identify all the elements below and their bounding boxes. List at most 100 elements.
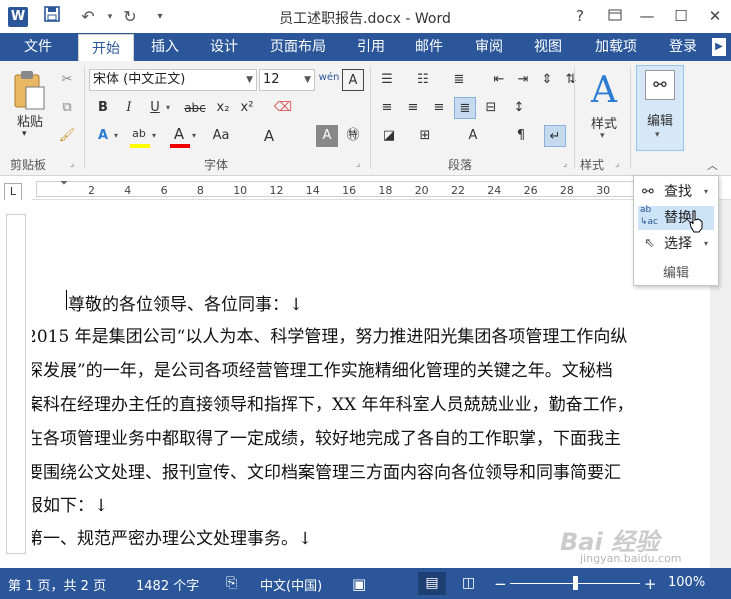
tab-mailings[interactable]: 邮件 bbox=[404, 33, 454, 61]
shading-icon[interactable]: ◪ bbox=[378, 125, 400, 147]
minimize-button[interactable]: — bbox=[632, 4, 662, 28]
word-count[interactable]: 1482 个字 bbox=[136, 575, 199, 594]
distributed-icon[interactable]: ⊟ bbox=[480, 97, 502, 119]
tab-review[interactable]: 审阅 bbox=[464, 33, 514, 61]
redo-icon[interactable]: ↻ bbox=[118, 6, 142, 28]
doc-line[interactable]: 报如下：↓ bbox=[26, 491, 108, 516]
doc-line[interactable]: 案科在经理办主任的直接领导和指挥下，XX 年年科室人员兢兢业业，勤奋工作， bbox=[26, 390, 634, 415]
tab-addins[interactable]: 加载项 bbox=[584, 33, 648, 61]
undo-icon[interactable]: ↶ bbox=[76, 6, 100, 28]
doc-line[interactable]: 尊敬的各位领导、各位同事：↓ bbox=[68, 290, 303, 315]
copy-icon[interactable]: ⧉ bbox=[56, 97, 78, 119]
zoom-in-icon[interactable]: + bbox=[644, 575, 657, 593]
tab-references[interactable]: 引用 bbox=[346, 33, 396, 61]
ribbon-display-options-icon[interactable] bbox=[600, 4, 630, 28]
phonetic-guide-icon[interactable]: wén bbox=[318, 67, 340, 89]
customize-qat-icon[interactable]: ▾ bbox=[148, 6, 172, 28]
help-button[interactable]: ? bbox=[565, 4, 595, 28]
doc-line[interactable]: 在各项管理业务中都取得了一定成绩，较好地完成了各自的工作职掌，下面我主 bbox=[26, 424, 621, 449]
align-left-icon[interactable]: ≡ bbox=[376, 97, 398, 119]
underline-button[interactable]: U bbox=[144, 97, 166, 119]
proofing-icon[interactable]: ⎘ bbox=[226, 575, 237, 591]
paste-dropdown-icon[interactable]: ▾ bbox=[22, 129, 27, 139]
show-hide-marks-icon[interactable]: ¶ bbox=[510, 125, 532, 147]
close-button[interactable]: ✕ bbox=[700, 4, 730, 28]
font-color-dropdown-icon[interactable]: ▾ bbox=[192, 131, 196, 140]
tab-design[interactable]: 设计 bbox=[198, 33, 250, 61]
highlight-button[interactable]: ab bbox=[128, 123, 150, 145]
font-name-select[interactable]: 宋体 (中文正文) ▼ bbox=[89, 69, 257, 91]
clipboard-launcher-icon[interactable]: ⌟ bbox=[70, 159, 74, 169]
multilevel-list-icon[interactable]: ≣ bbox=[448, 69, 470, 91]
find-menu-item[interactable]: ⚯ 查找 ▾ bbox=[638, 180, 714, 204]
styles-dropdown-icon[interactable]: ▾ bbox=[600, 131, 605, 141]
tab-home[interactable]: 开始 bbox=[78, 34, 134, 61]
read-mode-icon[interactable]: ▣ bbox=[352, 575, 366, 593]
doc-line[interactable]: 深发展”的一年，是公司各项经营管理工作实施精细化管理的关键之年。文秘档 bbox=[26, 356, 613, 381]
numbering-icon[interactable]: ☷ bbox=[412, 69, 434, 91]
align-center-icon[interactable]: ≡ bbox=[402, 97, 424, 119]
paste-button[interactable]: 粘贴 bbox=[10, 111, 50, 130]
chinese-layout-icon[interactable]: ⇕ bbox=[536, 69, 558, 91]
styles-button[interactable]: 样式 bbox=[584, 113, 624, 132]
format-painter-icon[interactable]: 🖌 bbox=[56, 125, 78, 147]
doc-line[interactable]: 2015 年是集团公司“以人为本、科学管理，努力推进阳光集团各项管理工作向纵 bbox=[26, 322, 627, 347]
scroll-tabs-icon[interactable]: ▶ bbox=[712, 38, 726, 56]
tab-file[interactable]: 文件 bbox=[8, 33, 68, 61]
text-effects-button[interactable]: A bbox=[92, 125, 114, 147]
font-size-select[interactable]: 12 ▼ bbox=[259, 69, 315, 91]
tab-view[interactable]: 视图 bbox=[522, 33, 574, 61]
paragraph-launcher-icon[interactable]: ⌟ bbox=[563, 159, 567, 169]
document-page[interactable] bbox=[32, 200, 710, 568]
borders-icon[interactable]: ⊞ bbox=[414, 125, 436, 147]
zoom-out-icon[interactable]: − bbox=[494, 575, 507, 593]
doc-line[interactable]: 要围绕公文处理、报刊宣传、文印档案管理三方面内容向各位领导和同事简要汇 bbox=[26, 458, 621, 483]
clear-formatting-icon[interactable]: ⌫ bbox=[272, 97, 294, 119]
select-menu-item[interactable]: ⇖ 选择 ▾ bbox=[638, 232, 714, 256]
line-spacing-icon[interactable]: ↕ bbox=[508, 97, 530, 119]
paste-icon[interactable] bbox=[12, 69, 46, 111]
character-shading-button[interactable]: A bbox=[316, 125, 338, 147]
doc-line[interactable]: 第一、规范严密办理公文处理事务。↓ bbox=[26, 524, 312, 549]
underline-dropdown-icon[interactable]: ▾ bbox=[166, 103, 170, 112]
increase-indent-icon[interactable]: ⇥ bbox=[512, 69, 534, 91]
tab-page-layout[interactable]: 页面布局 bbox=[260, 33, 336, 61]
align-right-icon[interactable]: ≡ bbox=[428, 97, 450, 119]
styles-gallery-icon[interactable]: A bbox=[582, 69, 626, 113]
zoom-level[interactable]: 100% bbox=[668, 575, 705, 590]
cut-icon[interactable]: ✂ bbox=[56, 69, 78, 91]
highlight-dropdown-icon[interactable]: ▾ bbox=[152, 131, 156, 140]
tab-insert[interactable]: 插入 bbox=[140, 33, 190, 61]
strikethrough-button[interactable]: abc bbox=[180, 97, 210, 119]
justify-icon[interactable]: ≣ bbox=[454, 97, 476, 119]
collapse-ribbon-icon[interactable]: ︿ bbox=[707, 157, 718, 173]
asian-layout-icon[interactable]: A bbox=[462, 125, 484, 147]
subscript-button[interactable]: x₂ bbox=[212, 97, 234, 119]
styles-launcher-icon[interactable]: ⌟ bbox=[615, 159, 619, 169]
tab-selector[interactable]: L bbox=[4, 183, 22, 201]
web-layout-icon[interactable]: ◫ bbox=[462, 575, 475, 591]
save-icon[interactable] bbox=[40, 6, 64, 28]
print-layout-icon[interactable]: ▤ bbox=[418, 572, 446, 595]
language-indicator[interactable]: 中文(中国) bbox=[260, 575, 322, 594]
bullets-icon[interactable]: ☰ bbox=[376, 69, 398, 91]
text-direction-icon[interactable]: ↵ bbox=[544, 125, 566, 147]
sort-icon[interactable]: ⇅ bbox=[560, 69, 582, 91]
grow-font-button[interactable]: A bbox=[258, 125, 280, 147]
indent-marker-icon[interactable]: ⏷ bbox=[60, 178, 68, 189]
bold-button[interactable]: B bbox=[92, 97, 114, 119]
zoom-slider-thumb[interactable] bbox=[573, 576, 578, 590]
font-color-button[interactable]: A bbox=[168, 123, 190, 145]
change-case-button[interactable]: Aa bbox=[206, 125, 236, 147]
page-count[interactable]: 第 1 页，共 2 页 bbox=[8, 575, 106, 594]
italic-button[interactable]: I bbox=[118, 97, 140, 119]
character-border-icon[interactable]: A bbox=[342, 69, 364, 91]
decrease-indent-icon[interactable]: ⇤ bbox=[488, 69, 510, 91]
font-launcher-icon[interactable]: ⌟ bbox=[356, 159, 360, 169]
sign-in-link[interactable]: 登录 bbox=[658, 33, 708, 61]
enclose-characters-button[interactable]: ㊕ bbox=[342, 125, 364, 147]
maximize-button[interactable]: ☐ bbox=[666, 4, 696, 28]
editing-button[interactable]: ⚯ 编辑 ▾ bbox=[636, 65, 684, 151]
text-effects-dropdown-icon[interactable]: ▾ bbox=[114, 131, 118, 140]
superscript-button[interactable]: x² bbox=[236, 97, 258, 119]
